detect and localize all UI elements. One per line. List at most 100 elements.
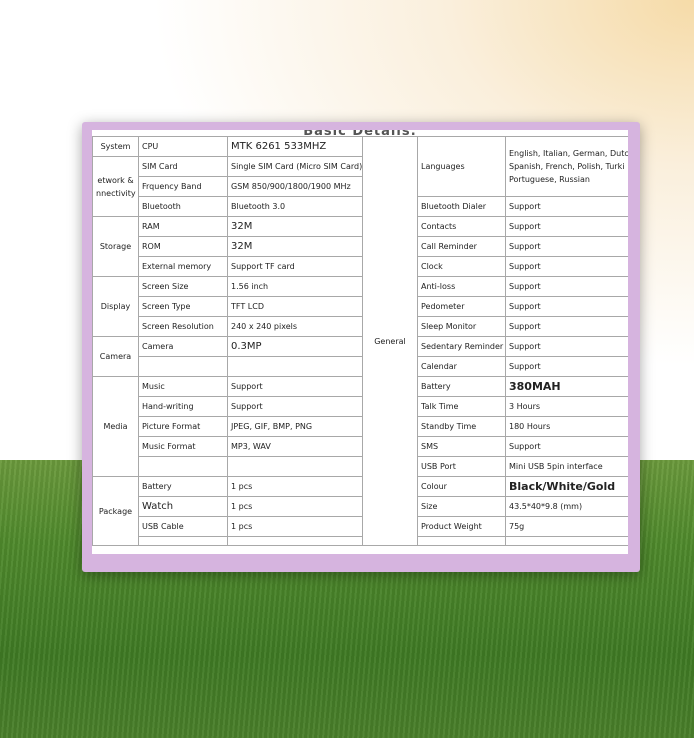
spec-label: Languages — [417, 136, 506, 197]
category-display: Display — [92, 276, 139, 337]
spec-label: Camera — [138, 336, 228, 357]
spec-label: RAM — [138, 216, 228, 237]
spec-label: Pedometer — [417, 296, 506, 317]
empty-cell — [227, 536, 363, 546]
spec-label: Bluetooth — [138, 196, 228, 217]
category-network: etwork & nnectivity — [92, 156, 139, 217]
table-row: USB Cable 1 pcs Product Weight 75g — [93, 516, 628, 537]
empty-cell — [138, 356, 228, 377]
empty-cell — [227, 456, 363, 477]
spec-value: 240 x 240 pixels — [227, 316, 363, 337]
spec-label: External memory — [138, 256, 228, 277]
table-row: Storage RAM 32M Contacts Support — [92, 216, 628, 277]
spec-label: Talk Time — [417, 396, 506, 417]
spec-value: Support TF card — [227, 256, 363, 277]
spec-label: Hand-writing — [138, 396, 228, 417]
table-row: System CPU MTK 6261 533MHZ General Langu… — [92, 136, 628, 546]
spec-value: 1 pcs — [227, 476, 363, 497]
spec-value: 43.5*40*9.8 (mm) — [505, 496, 628, 517]
table-row: Screen Type TFT LCD Pedometer Support — [93, 296, 628, 317]
spec-value: Mini USB 5pin interface — [505, 456, 628, 477]
spec-value: 32M — [227, 236, 363, 257]
spec-value: Support — [505, 216, 628, 237]
spec-label: Music Format — [138, 436, 228, 457]
spec-label: Screen Type — [138, 296, 228, 317]
category-general: General — [362, 136, 418, 546]
table-row: ROM 32M Call Reminder Support — [93, 236, 628, 257]
empty-cell — [138, 536, 228, 546]
table-row: Package Battery 1 pcs Colour Black/White… — [92, 476, 628, 546]
spec-value: Support — [505, 316, 628, 337]
empty-cell — [138, 456, 228, 477]
table-row: Bluetooth Bluetooth 3.0 Bluetooth Dialer… — [93, 196, 628, 217]
spec-label: ROM — [138, 236, 228, 257]
category-media: Media — [92, 376, 139, 477]
spec-value: Support — [505, 436, 628, 457]
spec-value: MTK 6261 533MHZ — [227, 136, 363, 157]
spec-sheet: Basic Details: System CPU MTK 6261 533MH… — [92, 130, 628, 554]
spec-label: SMS — [417, 436, 506, 457]
table-row-cutoff — [93, 536, 628, 546]
empty-cell — [417, 536, 506, 546]
table-row: Screen Resolution 240 x 240 pixels Sleep… — [93, 316, 628, 337]
category-storage: Storage — [92, 216, 139, 277]
spec-value: 380MAH — [505, 376, 628, 397]
spec-label: Screen Resolution — [138, 316, 228, 337]
table-row: Camera Camera 0.3MP Sedentary Reminder S… — [92, 336, 628, 377]
spec-label: Bluetooth Dialer — [417, 196, 506, 217]
table-row: Display Screen Size 1.56 inch Anti-loss … — [92, 276, 628, 337]
spec-value: GSM 850/900/1800/1900 MHz — [227, 176, 363, 197]
spec-value: Black/White/Gold — [505, 476, 628, 497]
spec-label: Frquency Band — [138, 176, 228, 197]
spec-label: Battery — [417, 376, 506, 397]
table-row: Hand-writing Support Talk Time 3 Hours — [93, 396, 628, 417]
spec-value: 1 pcs — [227, 516, 363, 537]
category-line: nnectivity — [96, 188, 136, 198]
languages-line: English, Italian, German, Dutc — [509, 149, 628, 158]
spec-value: 32M — [227, 216, 363, 237]
spec-value: Bluetooth 3.0 — [227, 196, 363, 217]
table-row: Watch 1 pcs Size 43.5*40*9.8 (mm) — [93, 496, 628, 517]
spec-value: Support — [505, 196, 628, 217]
spec-value: 1.56 inch — [227, 276, 363, 297]
languages-line: Portuguese, Russian — [509, 175, 590, 184]
spec-label: Product Weight — [417, 516, 506, 537]
spec-value: MP3, WAV — [227, 436, 363, 457]
spec-label: Battery — [138, 476, 228, 497]
spec-label: Standby Time — [417, 416, 506, 437]
spec-value: 1 pcs — [227, 496, 363, 517]
table-row: Picture Format JPEG, GIF, BMP, PNG Stand… — [93, 416, 628, 437]
languages-line: Spanish, French, Polish, Turki — [509, 162, 625, 171]
spec-value: TFT LCD — [227, 296, 363, 317]
spec-label: Picture Format — [138, 416, 228, 437]
category-line: etwork & — [97, 175, 134, 185]
spec-value: Single SIM Card (Micro SIM Card) — [227, 156, 363, 177]
spec-value: Support — [505, 276, 628, 297]
table-row: USB Port Mini USB 5pin interface — [93, 456, 628, 477]
table-row: Media Music Support Battery 380MAH — [92, 376, 628, 477]
spec-label: Sleep Monitor — [417, 316, 506, 337]
spec-label: Size — [417, 496, 506, 517]
spec-label: Calendar — [417, 356, 506, 377]
spec-value: 180 Hours — [505, 416, 628, 437]
spec-value: 0.3MP — [227, 336, 363, 357]
spec-label: USB Cable — [138, 516, 228, 537]
spec-label: Clock — [417, 256, 506, 277]
spec-label: CPU — [138, 136, 228, 157]
spec-label: Call Reminder — [417, 236, 506, 257]
spec-label: Anti-loss — [417, 276, 506, 297]
empty-cell — [227, 356, 363, 377]
table-row: Calendar Support — [93, 356, 628, 377]
spec-value: Support — [505, 296, 628, 317]
category-package: Package — [92, 476, 139, 546]
spec-table: System CPU MTK 6261 533MHZ General Langu… — [92, 136, 628, 546]
table-row: Music Format MP3, WAV SMS Support — [93, 436, 628, 457]
category-system: System — [92, 136, 139, 157]
spec-value: Support — [505, 236, 628, 257]
spec-value: Support — [505, 336, 628, 357]
spec-value: JPEG, GIF, BMP, PNG — [227, 416, 363, 437]
spec-label: Watch — [138, 496, 228, 517]
empty-cell — [505, 536, 628, 546]
spec-label: Music — [138, 376, 228, 397]
spec-label: Screen Size — [138, 276, 228, 297]
